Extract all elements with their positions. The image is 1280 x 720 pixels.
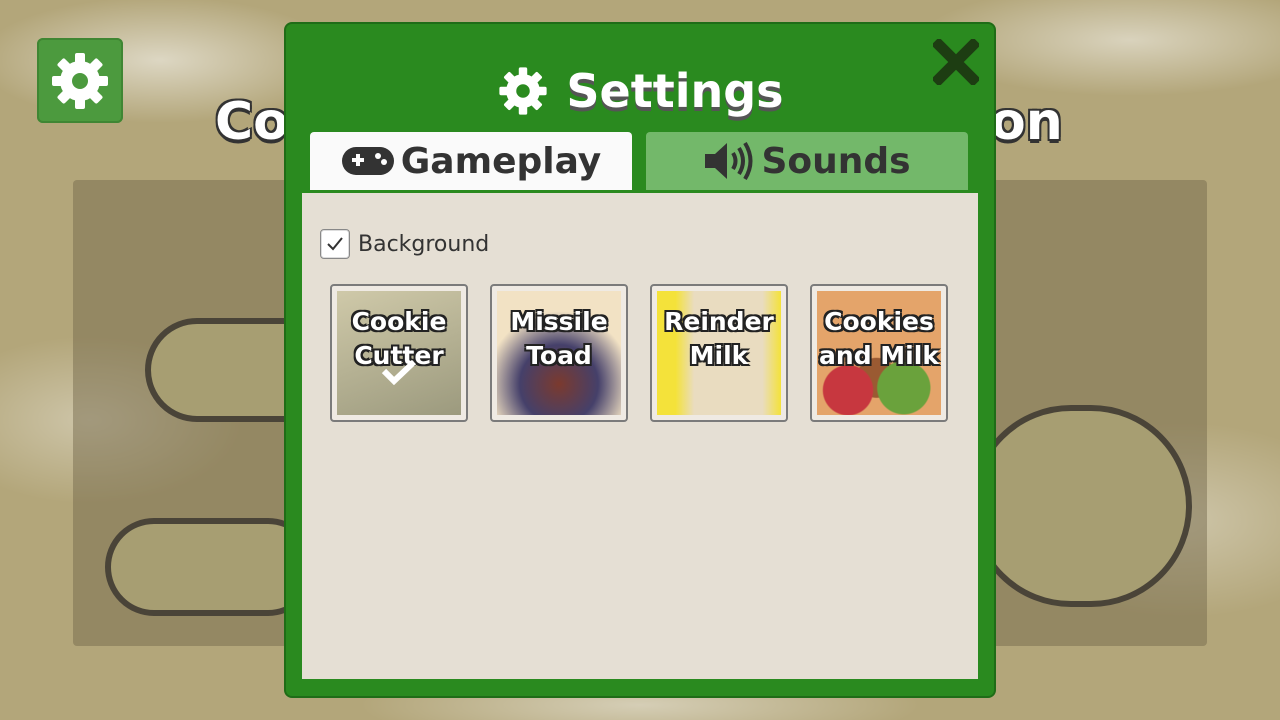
background-label: Background (358, 231, 490, 257)
track-card-cookie-cutter[interactable]: Cookie Cutter (330, 284, 468, 422)
gear-icon (52, 52, 108, 109)
selected-checkmark-icon (381, 359, 417, 385)
close-button[interactable] (930, 36, 982, 88)
track-thumbnail: Reinder Milk (657, 291, 781, 415)
gear-icon (499, 67, 548, 115)
background-toggle-row: Background (320, 229, 489, 259)
checkmark-icon (327, 237, 343, 251)
track-card-missile-toad[interactable]: Missile Toad (490, 284, 628, 422)
tab-gameplay[interactable]: Gameplay (310, 132, 632, 190)
track-list: Cookie Cutter Missile Toad Reinder Milk (330, 284, 948, 422)
dialog-header: Settings (286, 56, 994, 126)
gamepad-icon (341, 147, 394, 175)
settings-button[interactable] (37, 38, 123, 123)
speaker-icon (705, 141, 753, 181)
track-card-reinder-milk[interactable]: Reinder Milk (650, 284, 788, 422)
track-card-cookies-and-milk[interactable]: Cookies and Milk (810, 284, 948, 422)
background-title-left: Co (215, 92, 289, 152)
background-title-right: on (990, 92, 1063, 152)
track-label: Missile Toad (510, 307, 608, 370)
settings-dialog: Settings Gameplay Sounds Background Cook… (286, 24, 994, 696)
tab-sounds-label: Sounds (761, 140, 911, 182)
tab-gameplay-label: Gameplay (400, 140, 602, 182)
track-thumbnail: Cookies and Milk (817, 291, 941, 415)
dialog-title: Settings (566, 64, 784, 118)
track-label: Cookies and Milk (819, 307, 939, 370)
track-thumbnail: Cookie Cutter (337, 291, 461, 415)
background-checkbox[interactable] (320, 229, 350, 259)
close-icon (933, 39, 979, 85)
sounds-panel: Background Cookie Cutter Missile Toad Re… (302, 193, 978, 679)
track-label: Reinder Milk (664, 307, 774, 370)
tab-sounds[interactable]: Sounds (646, 132, 968, 190)
cookie-cutter-shape-right (970, 405, 1192, 607)
track-thumbnail: Missile Toad (497, 291, 621, 415)
